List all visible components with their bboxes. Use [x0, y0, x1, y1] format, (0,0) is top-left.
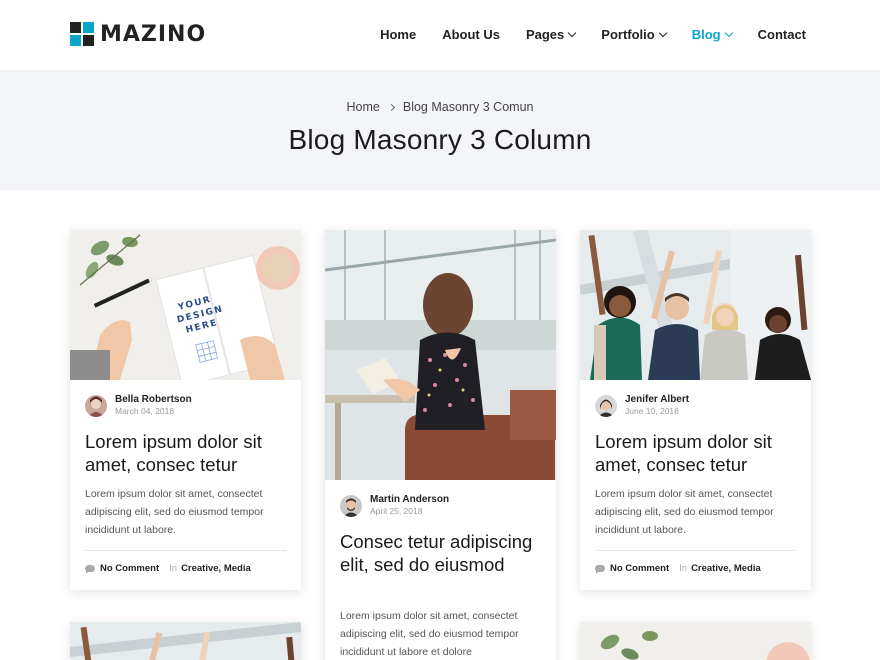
- post-meta: No Comment In Creative, Media: [85, 563, 251, 574]
- nav-label: Portfolio: [601, 27, 655, 42]
- avatar[interactable]: [340, 494, 362, 517]
- breadcrumb: Home Blog Masonry 3 Comun: [0, 100, 880, 114]
- nav-item-home[interactable]: Home: [380, 27, 416, 42]
- comments-link[interactable]: No Comment: [100, 563, 159, 574]
- post-author: Martin Anderson April 25, 2018: [340, 494, 449, 517]
- categories-link[interactable]: Creative, Media: [691, 563, 761, 574]
- nav-item-blog[interactable]: Blog: [691, 27, 733, 42]
- blog-card: Jenifer Albert June 10, 2018 Lorem ipsum…: [580, 230, 811, 590]
- logo-text: MAZINO: [100, 21, 207, 47]
- categories-link[interactable]: Creative, Media: [181, 563, 251, 574]
- breadcrumb-home-link[interactable]: Home: [347, 100, 380, 114]
- post-title[interactable]: Lorem ipsum dolor sit amet, consec tetur: [595, 430, 800, 476]
- divider: [85, 550, 286, 551]
- logo-mark-icon: [70, 22, 94, 46]
- blog-card: Martin Anderson April 25, 2018 Consec te…: [325, 230, 556, 660]
- nav-item-portfolio[interactable]: Portfolio: [601, 27, 667, 42]
- site-header: MAZINO Home About Us Pages Portfolio Blo…: [0, 0, 880, 70]
- avatar[interactable]: [595, 394, 617, 417]
- page-banner: Home Blog Masonry 3 Comun Blog Masonry 3…: [0, 70, 880, 190]
- post-author: Bella Robertson March 04, 2018: [85, 394, 192, 417]
- meta-in-label: In: [679, 563, 688, 574]
- page-title: Blog Masonry 3 Column: [288, 124, 592, 155]
- notebook-design-image[interactable]: [580, 622, 811, 660]
- post-date: June 10, 2018: [625, 406, 679, 416]
- comment-icon: [85, 565, 95, 574]
- post-meta: No Comment In Creative, Media: [595, 563, 761, 574]
- avatar[interactable]: [85, 394, 107, 417]
- chevron-down-icon: [724, 28, 733, 38]
- meta-in-label: In: [169, 563, 178, 574]
- woman-reading-image[interactable]: [325, 230, 556, 480]
- chevron-right-icon: [387, 103, 395, 111]
- post-date: April 25, 2018: [370, 506, 423, 516]
- blog-card: [580, 622, 811, 660]
- author-name[interactable]: Jenifer Albert: [625, 394, 689, 406]
- team-celebrating-image[interactable]: [580, 230, 811, 380]
- post-date: March 04, 2018: [115, 406, 175, 416]
- nav-label: Contact: [757, 27, 806, 42]
- author-name[interactable]: Martin Anderson: [370, 494, 449, 506]
- nav-item-pages[interactable]: Pages: [525, 27, 577, 42]
- nav-label: About Us: [442, 27, 500, 42]
- comment-icon: [595, 565, 605, 574]
- blog-card: [70, 622, 301, 660]
- post-excerpt: Lorem ipsum dolor sit amet, consectet ad…: [595, 488, 774, 536]
- divider: [595, 550, 796, 551]
- blog-card: YOUR DESIGN HERE Bella Robertson March 0…: [70, 230, 301, 590]
- nav-item-contact[interactable]: Contact: [758, 27, 806, 42]
- post-title[interactable]: Consec tetur adipiscing elit, sed do eiu…: [340, 530, 545, 576]
- post-excerpt: Lorem ipsum dolor sit amet, consectet ad…: [340, 610, 519, 658]
- breadcrumb-current: Blog Masonry 3 Comun: [402, 100, 534, 114]
- nav-label: Pages: [525, 27, 565, 42]
- nav-label: Home: [380, 27, 417, 42]
- nav-label: Blog: [691, 27, 721, 42]
- team-celebrating-image[interactable]: [70, 622, 301, 660]
- logo[interactable]: MAZINO: [70, 21, 207, 47]
- author-name[interactable]: Bella Robertson: [115, 394, 192, 406]
- post-author: Jenifer Albert June 10, 2018: [595, 394, 689, 417]
- chevron-down-icon: [568, 28, 577, 38]
- post-title[interactable]: Lorem ipsum dolor sit amet, consec tetur: [85, 430, 290, 476]
- main-nav: Home About Us Pages Portfolio Blog Conta…: [380, 27, 806, 42]
- post-excerpt: Lorem ipsum dolor sit amet, consectet ad…: [85, 488, 264, 536]
- comments-link[interactable]: No Comment: [610, 563, 669, 574]
- notebook-design-image[interactable]: YOUR DESIGN HERE: [70, 230, 301, 380]
- chevron-down-icon: [658, 28, 667, 38]
- nav-item-about-us[interactable]: About Us: [442, 27, 500, 42]
